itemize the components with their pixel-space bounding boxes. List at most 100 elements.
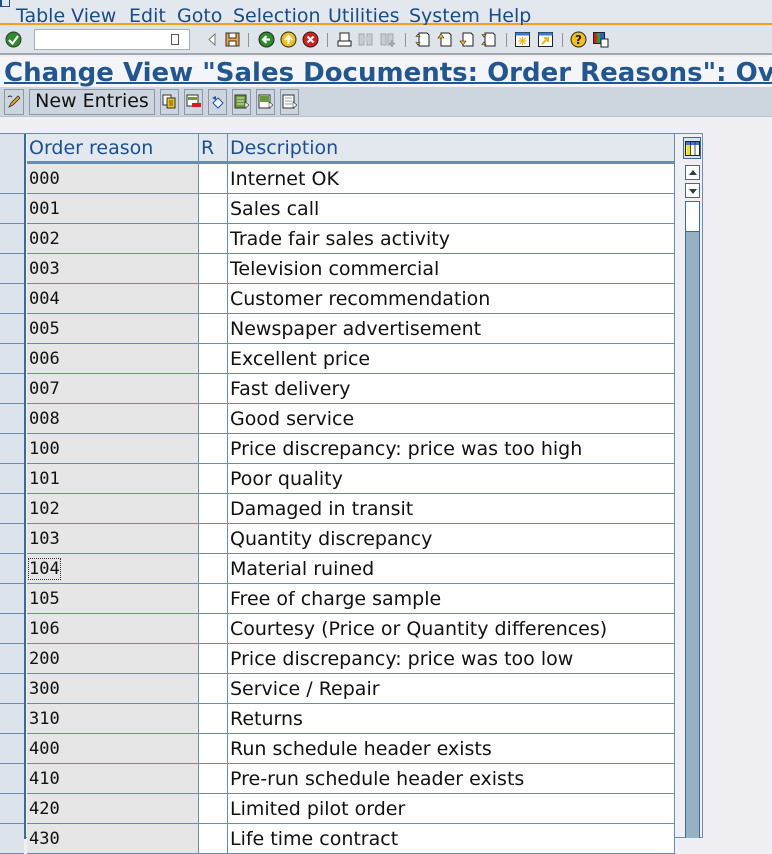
table-settings-button[interactable] xyxy=(683,137,701,159)
description-cell[interactable]: Courtesy (Price or Quantity differences) xyxy=(228,614,675,643)
row-selector[interactable] xyxy=(0,284,24,314)
row-selector[interactable] xyxy=(0,254,24,284)
row-selector[interactable] xyxy=(0,764,24,794)
order-reason-cell[interactable]: 003 xyxy=(27,254,199,283)
create-shortcut-icon[interactable] xyxy=(537,31,554,48)
r-cell[interactable] xyxy=(199,344,228,373)
row-selector[interactable] xyxy=(0,584,24,614)
order-reason-cell[interactable]: 005 xyxy=(27,314,199,343)
undo-change-button[interactable] xyxy=(208,89,227,115)
scrollbar-thumb[interactable] xyxy=(686,202,699,232)
column-header-order-reason[interactable]: Order reason xyxy=(27,134,199,161)
row-selector[interactable] xyxy=(0,374,24,404)
back-nav-icon[interactable] xyxy=(204,31,221,48)
row-selector[interactable] xyxy=(0,824,24,854)
r-cell[interactable] xyxy=(199,674,228,703)
order-reason-cell[interactable]: 006 xyxy=(27,344,199,373)
description-cell[interactable]: Life time contract xyxy=(228,824,675,853)
cancel-icon[interactable] xyxy=(302,31,319,48)
description-cell[interactable]: Damaged in transit xyxy=(228,494,675,523)
r-cell[interactable] xyxy=(199,224,228,253)
system-menu-icon[interactable] xyxy=(0,0,10,7)
row-selector[interactable] xyxy=(0,734,24,764)
row-selector[interactable] xyxy=(0,464,24,494)
last-page-icon[interactable] xyxy=(480,31,497,48)
enter-icon[interactable] xyxy=(5,31,22,48)
display-change-button[interactable] xyxy=(4,89,24,115)
row-selector[interactable] xyxy=(0,314,24,344)
column-header-r[interactable]: R xyxy=(199,134,228,161)
order-reason-cell[interactable]: 104 xyxy=(27,554,199,583)
description-cell[interactable]: Sales call xyxy=(228,194,675,223)
order-reason-cell[interactable]: 106 xyxy=(27,614,199,643)
description-cell[interactable]: Good service xyxy=(228,404,675,433)
r-cell[interactable] xyxy=(199,464,228,493)
order-reason-cell[interactable]: 410 xyxy=(27,764,199,793)
r-cell[interactable] xyxy=(199,734,228,763)
scroll-up-button[interactable] xyxy=(685,165,700,180)
menu-goto[interactable]: Goto xyxy=(177,6,222,26)
description-cell[interactable]: Poor quality xyxy=(228,464,675,493)
order-reason-cell[interactable]: 420 xyxy=(27,794,199,823)
description-cell[interactable]: Free of charge sample xyxy=(228,584,675,613)
menu-utilities[interactable]: Utilities xyxy=(328,6,400,26)
scroll-down-button[interactable] xyxy=(685,183,700,198)
description-cell[interactable]: Price discrepancy: price was too low xyxy=(228,644,675,673)
r-cell[interactable] xyxy=(199,374,228,403)
description-cell[interactable]: Returns xyxy=(228,704,675,733)
first-page-icon[interactable] xyxy=(414,31,431,48)
description-cell[interactable]: Limited pilot order xyxy=(228,794,675,823)
r-cell[interactable] xyxy=(199,284,228,313)
order-reason-cell[interactable]: 105 xyxy=(27,584,199,613)
row-selector[interactable] xyxy=(0,644,24,674)
r-cell[interactable] xyxy=(199,794,228,823)
menu-system[interactable]: System xyxy=(409,6,480,26)
order-reason-cell[interactable]: 007 xyxy=(27,374,199,403)
description-cell[interactable]: Price discrepancy: price was too high xyxy=(228,434,675,463)
r-cell[interactable] xyxy=(199,764,228,793)
description-cell[interactable]: Trade fair sales activity xyxy=(228,224,675,253)
order-reason-cell[interactable]: 008 xyxy=(27,404,199,433)
description-cell[interactable]: Newspaper advertisement xyxy=(228,314,675,343)
exit-icon[interactable] xyxy=(280,31,297,48)
new-entries-button[interactable]: New Entries xyxy=(29,89,155,115)
copy-as-button[interactable] xyxy=(160,89,179,115)
description-cell[interactable]: Customer recommendation xyxy=(228,284,675,313)
row-selector[interactable] xyxy=(0,554,24,584)
description-cell[interactable]: Service / Repair xyxy=(228,674,675,703)
row-selector[interactable] xyxy=(0,494,24,524)
next-page-icon[interactable] xyxy=(458,31,475,48)
description-cell[interactable]: Excellent price xyxy=(228,344,675,373)
r-cell[interactable] xyxy=(199,644,228,673)
new-session-icon[interactable] xyxy=(514,31,531,48)
r-cell[interactable] xyxy=(199,584,228,613)
delete-button[interactable] xyxy=(184,89,203,115)
order-reason-cell[interactable]: 001 xyxy=(27,194,199,223)
print-icon[interactable] xyxy=(336,31,353,48)
customize-layout-icon[interactable] xyxy=(592,31,609,48)
select-block-button[interactable] xyxy=(256,89,275,115)
row-selector[interactable] xyxy=(0,674,24,704)
command-history-dropdown-icon[interactable] xyxy=(171,34,179,45)
order-reason-cell[interactable]: 002 xyxy=(27,224,199,253)
deselect-all-button[interactable] xyxy=(280,89,299,115)
vertical-scrollbar[interactable] xyxy=(685,201,700,838)
r-cell[interactable] xyxy=(199,434,228,463)
row-selector[interactable] xyxy=(0,344,24,374)
row-selector[interactable] xyxy=(0,434,24,464)
description-cell[interactable]: Run schedule header exists xyxy=(228,734,675,763)
order-reason-cell[interactable]: 200 xyxy=(27,644,199,673)
row-selector[interactable] xyxy=(0,404,24,434)
order-reason-cell[interactable]: 100 xyxy=(27,434,199,463)
row-selector[interactable] xyxy=(0,524,24,554)
row-selector[interactable] xyxy=(0,794,24,824)
order-reason-cell[interactable]: 310 xyxy=(27,704,199,733)
row-selector[interactable] xyxy=(0,704,24,734)
description-cell[interactable]: Material ruined xyxy=(228,554,675,583)
r-cell[interactable] xyxy=(199,524,228,553)
r-cell[interactable] xyxy=(199,614,228,643)
description-cell[interactable]: Quantity discrepancy xyxy=(228,524,675,553)
order-reason-cell[interactable]: 102 xyxy=(27,494,199,523)
column-header-description[interactable]: Description xyxy=(228,134,675,161)
r-cell[interactable] xyxy=(199,164,228,193)
